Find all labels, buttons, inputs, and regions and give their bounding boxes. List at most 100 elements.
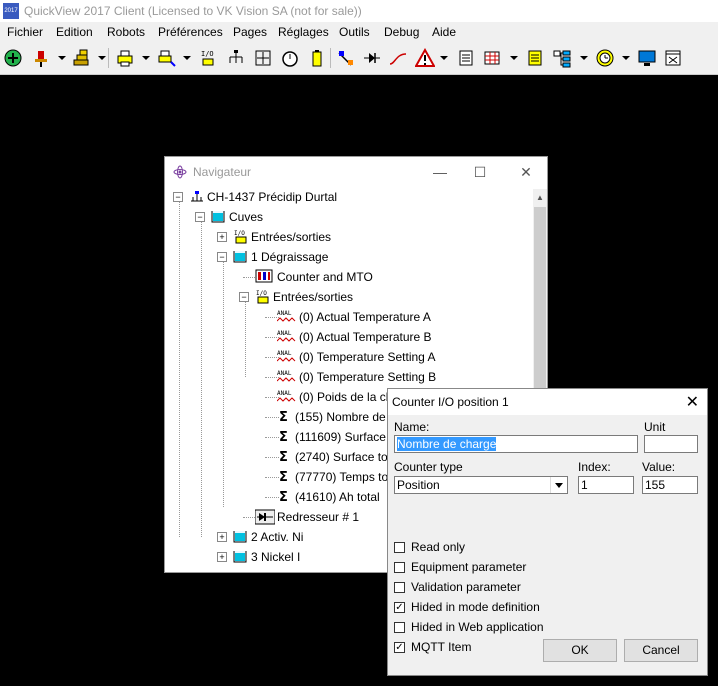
checkbox-validation-parameter[interactable] <box>394 582 405 593</box>
close-button[interactable]: ✕ <box>516 163 536 181</box>
list-icon[interactable] <box>524 47 546 69</box>
tree-item[interactable]: ANAL (0) Actual Temperature A <box>165 308 535 326</box>
ok-button[interactable]: OK <box>543 639 617 662</box>
battery-icon[interactable] <box>306 47 328 69</box>
minimize-button[interactable]: — <box>430 163 450 181</box>
menu-edition[interactable]: Edition <box>56 25 93 39</box>
menu-robots[interactable]: Robots <box>107 25 145 39</box>
expand-icon[interactable]: + <box>217 552 227 562</box>
tree-item[interactable]: − Cuves <box>165 208 535 226</box>
warning-icon[interactable] <box>414 47 436 69</box>
curve-icon[interactable] <box>387 47 409 69</box>
index-label: Index: <box>578 460 611 474</box>
io-icon[interactable]: I/O <box>197 47 219 69</box>
index-input[interactable]: 1 <box>578 476 634 494</box>
checkbox-hided-in-mode-definition[interactable]: ✓ <box>394 602 405 613</box>
tree-item-label: Entrées/sorties <box>251 230 332 244</box>
tree-item-label: (155) Nombre de c <box>295 410 396 424</box>
tree-item[interactable]: ANAL (0) Actual Temperature B <box>165 328 535 346</box>
unit-input[interactable] <box>644 435 698 453</box>
tree-item[interactable]: ANAL (0) Temperature Setting B <box>165 368 535 386</box>
dialog-close-icon[interactable]: ✕ <box>686 392 699 412</box>
print-settings-icon[interactable] <box>155 47 177 69</box>
org-dropdown-arrow[interactable] <box>580 56 588 60</box>
tank-icon <box>233 549 247 563</box>
tree-item[interactable]: − I/O Entrées/sorties <box>165 288 535 306</box>
tree-icon[interactable] <box>225 47 247 69</box>
chevron-down-icon[interactable] <box>550 477 567 493</box>
svg-text:Σ: Σ <box>279 410 288 423</box>
diode-icon[interactable] <box>361 47 383 69</box>
checkbox-mqtt-item[interactable]: ✓ <box>394 642 405 653</box>
tree-item[interactable]: Counter and MTO <box>165 268 535 286</box>
add-icon[interactable] <box>2 47 24 69</box>
svg-text:I/O: I/O <box>234 230 245 237</box>
tree-item-label: (0) Actual Temperature A <box>299 310 431 324</box>
clock-icon[interactable] <box>594 47 616 69</box>
robot-dropdown-arrow[interactable] <box>58 56 66 60</box>
connect-icon[interactable] <box>335 47 357 69</box>
table-dropdown-arrow[interactable] <box>510 56 518 60</box>
dialog-title-bar: Counter I/O position 1 ✕ <box>388 389 707 415</box>
maximize-button[interactable]: ☐ <box>470 163 490 181</box>
menu-reglages[interactable]: Réglages <box>278 25 329 39</box>
dialog-title: Counter I/O position 1 <box>392 395 509 409</box>
counter-type-select[interactable]: Position <box>394 476 568 494</box>
timer-icon[interactable] <box>279 47 301 69</box>
tree-item-label: (0) Temperature Setting A <box>299 350 436 364</box>
tree-item-label: Cuves <box>229 210 264 224</box>
name-input-text: Nombre de charge <box>397 437 497 451</box>
monitor-icon[interactable] <box>636 47 658 69</box>
checkbox-read-only[interactable] <box>394 542 405 553</box>
collapse-icon[interactable]: − <box>239 292 249 302</box>
expand-icon[interactable]: + <box>217 532 227 542</box>
expand-icon[interactable]: + <box>217 232 227 242</box>
menu-debug[interactable]: Debug <box>384 25 419 39</box>
app-title: QuickView 2017 Client (Licensed to VK Vi… <box>24 4 362 18</box>
menu-preferences[interactable]: Préférences <box>158 25 223 39</box>
menu-bar: Fichier Edition Robots Préférences Pages… <box>0 22 718 42</box>
print-dropdown-arrow[interactable] <box>142 56 150 60</box>
sigma-icon: Σ <box>277 409 291 425</box>
warning-dropdown-arrow[interactable] <box>440 56 448 60</box>
move-icon[interactable] <box>252 47 274 69</box>
org-icon[interactable] <box>551 47 573 69</box>
scroll-thumb[interactable] <box>534 207 546 407</box>
tree-item[interactable]: − CH-1437 Précidip Durtal <box>165 188 535 206</box>
menu-fichier[interactable]: Fichier <box>7 25 43 39</box>
value-input[interactable]: 155 <box>642 476 698 494</box>
menu-outils[interactable]: Outils <box>339 25 370 39</box>
collapse-icon[interactable]: − <box>173 192 183 202</box>
clock-dropdown-arrow[interactable] <box>622 56 630 60</box>
print-settings-dropdown-arrow[interactable] <box>183 56 191 60</box>
scroll-up-icon[interactable]: ▲ <box>536 193 544 202</box>
counter-type-value: Position <box>397 478 440 492</box>
name-input[interactable]: Nombre de charge <box>394 435 638 453</box>
tree-item[interactable]: + I/O Entrées/sorties <box>165 228 535 246</box>
robot-icon[interactable] <box>30 47 52 69</box>
checkbox-equipment-parameter[interactable] <box>394 562 405 573</box>
menu-pages[interactable]: Pages <box>233 25 267 39</box>
print-icon[interactable] <box>114 47 136 69</box>
fullscreen-icon[interactable] <box>662 47 684 69</box>
checkbox-hided-in-web-application[interactable] <box>394 622 405 633</box>
counter-icon <box>255 269 273 283</box>
cancel-button[interactable]: Cancel <box>624 639 698 662</box>
menu-aide[interactable]: Aide <box>432 25 456 39</box>
analog-icon: ANAL <box>276 369 296 383</box>
sigma-icon: Σ <box>277 429 291 445</box>
svg-text:ANAL: ANAL <box>277 330 292 337</box>
collapse-icon[interactable]: − <box>217 252 227 262</box>
sigma-icon: Σ <box>277 449 291 465</box>
svg-text:I/O: I/O <box>256 290 267 297</box>
analog-icon: ANAL <box>276 349 296 363</box>
collapse-icon[interactable]: − <box>195 212 205 222</box>
tree-item[interactable]: ANAL (0) Temperature Setting A <box>165 348 535 366</box>
analog-icon: ANAL <box>276 389 296 403</box>
export-icon[interactable] <box>455 47 477 69</box>
stack-dropdown-arrow[interactable] <box>98 56 106 60</box>
svg-text:I/O: I/O <box>201 50 214 58</box>
table-icon[interactable] <box>481 47 503 69</box>
tree-item[interactable]: − 1 Dégraissage <box>165 248 535 266</box>
stack-icon[interactable] <box>70 47 92 69</box>
